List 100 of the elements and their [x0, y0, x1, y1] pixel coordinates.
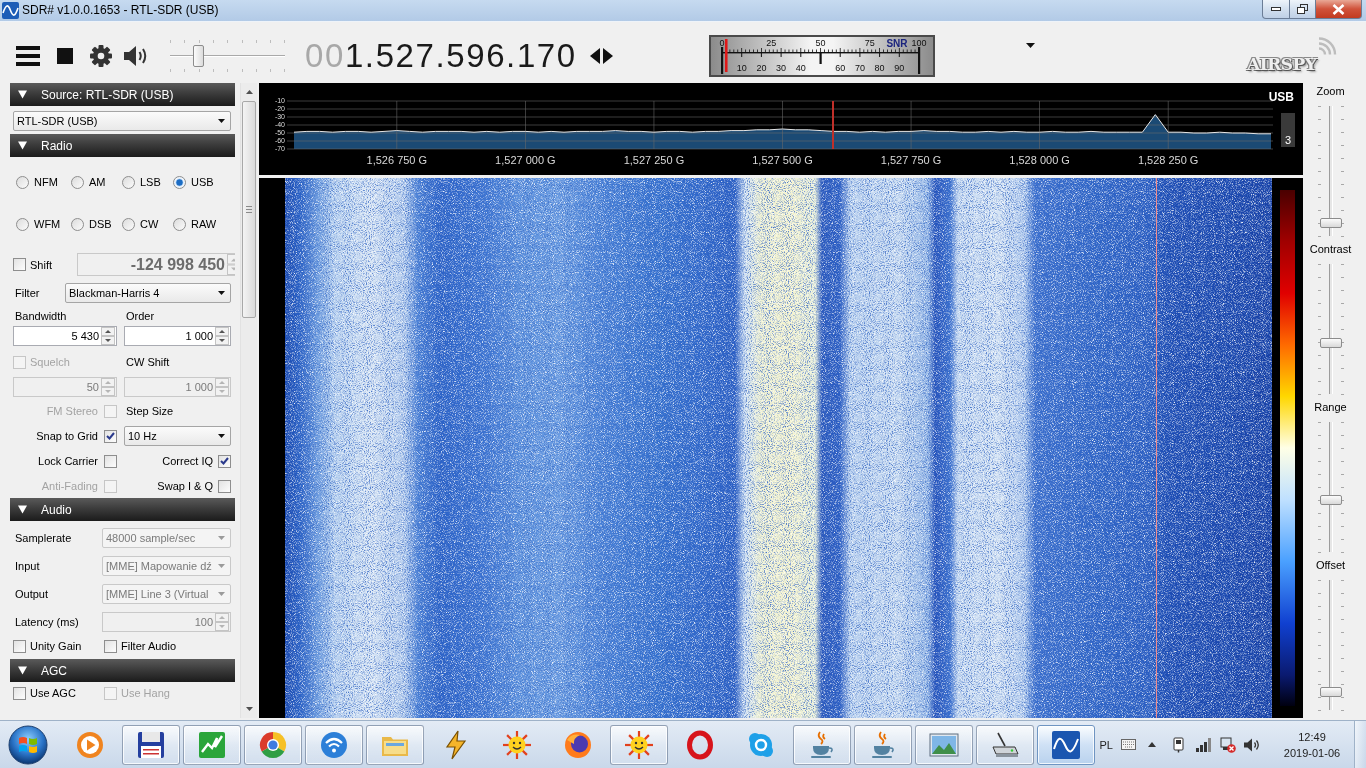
number-field[interactable]: 1 000: [124, 326, 231, 346]
radio-label: AM: [89, 176, 106, 188]
radio-button[interactable]: [173, 217, 186, 231]
scale-label: 40: [795, 63, 806, 73]
slider-label: Zoom: [1316, 84, 1345, 98]
checkbox[interactable]: [13, 258, 26, 271]
option-label: Swap I & Q: [157, 480, 213, 492]
radio-label: DSB: [89, 218, 112, 230]
clock-time[interactable]: 12:49: [1298, 730, 1326, 743]
checkbox[interactable]: [218, 479, 231, 493]
option-label: Squelch: [30, 356, 70, 368]
device-icon[interactable]: [1172, 736, 1186, 753]
radio-label: USB: [191, 176, 214, 188]
slider-thumb[interactable]: [193, 45, 205, 67]
taskbar-button[interactable]: [854, 724, 912, 765]
taskbar-button[interactable]: [915, 724, 973, 765]
scale-label: 20: [756, 63, 767, 73]
smiling-sun-icon: [502, 729, 532, 760]
slider-thumb[interactable]: [1319, 686, 1342, 697]
step-size-dropdown[interactable]: 10 Hz: [124, 426, 231, 446]
volume-icon[interactable]: [1244, 737, 1260, 752]
zigzag-chart-icon: [197, 729, 227, 760]
scrollbar-thumb[interactable]: [242, 101, 256, 318]
network-error-icon[interactable]: [1220, 736, 1236, 753]
option-label: Shift: [30, 258, 52, 271]
scale-label: 75: [864, 38, 875, 48]
field-label: CW Shift: [126, 356, 170, 368]
section-header[interactable]: Audio: [10, 498, 235, 521]
right-triangle-icon[interactable]: [603, 48, 613, 64]
section-header[interactable]: Source: RTL-SDR (USB): [10, 83, 235, 106]
checkbox[interactable]: [104, 429, 117, 443]
axis-label: 1,526 750 G: [366, 154, 428, 166]
dropdown-arrow-icon: [218, 119, 225, 123]
left-triangle-icon[interactable]: [590, 48, 600, 64]
taskbar-button[interactable]: [244, 724, 302, 765]
close-icon: [1332, 3, 1345, 15]
close-button[interactable]: [1316, 0, 1362, 19]
radio-button[interactable]: [16, 217, 29, 231]
taskbar-button[interactable]: [122, 724, 180, 765]
radio-button[interactable]: [16, 175, 29, 189]
keyboard-icon[interactable]: [1121, 739, 1136, 750]
taskbar-button[interactable]: [1037, 724, 1095, 765]
section-header[interactable]: Radio: [10, 134, 235, 157]
signal-bars-icon[interactable]: [1196, 737, 1212, 752]
checkbox[interactable]: [104, 454, 117, 468]
caret-icon[interactable]: [1026, 43, 1035, 48]
checkbox[interactable]: [218, 454, 231, 468]
play-icon: [75, 729, 105, 760]
frequency-display[interactable]: 001.527.596.170: [305, 36, 590, 76]
radio-label: CW: [140, 218, 159, 230]
overlapping-circles-icon: [563, 729, 593, 760]
radio-label: RAW: [191, 218, 217, 230]
checkbox[interactable]: [13, 686, 26, 700]
signal-arcs-icon: [1317, 37, 1337, 56]
section-header[interactable]: AGC: [10, 659, 235, 682]
number-field[interactable]: -124 998 450: [77, 253, 235, 276]
field-label: Step Size: [126, 405, 174, 417]
radio-button[interactable]: [173, 175, 186, 189]
taskbar-button[interactable]: [793, 724, 851, 765]
dropdown-arrow-icon: [218, 434, 225, 438]
slider-thumb[interactable]: [1319, 495, 1342, 505]
slider-label: Offset: [1315, 558, 1346, 572]
scale-label: 80: [874, 63, 885, 73]
menu-icon[interactable]: [16, 46, 40, 66]
window-title: SDR# v1.0.0.1653 - RTL-SDR (USB): [22, 2, 219, 19]
dropdown-arrow-icon: [218, 564, 225, 568]
option-label: Anti-Fading: [41, 480, 98, 492]
slider-thumb[interactable]: [1319, 338, 1342, 349]
scale-label: 0: [719, 38, 725, 48]
scrollbar[interactable]: [240, 83, 257, 718]
checkbox[interactable]: [104, 639, 117, 653]
slider-label: Contrast: [1309, 242, 1352, 256]
radio-button[interactable]: [71, 217, 84, 231]
show-desktop-button[interactable]: [1354, 720, 1366, 768]
language-indicator[interactable]: PL: [1099, 738, 1113, 751]
dropdown-arrow-icon: [218, 291, 225, 295]
device-dropdown[interactable]: RTL-SDR (USB): [13, 111, 231, 131]
field-label: Latency (ms): [15, 616, 79, 628]
frequency-marker[interactable]: [832, 101, 834, 149]
option-label: Filter Audio: [121, 640, 177, 652]
restore-button[interactable]: [1290, 0, 1316, 19]
minimize-button[interactable]: [1262, 0, 1290, 19]
field-label: Samplerate: [15, 532, 72, 544]
radio-button[interactable]: [122, 217, 135, 231]
radio-button[interactable]: [71, 175, 84, 189]
scroll-up-icon[interactable]: [245, 90, 253, 94]
taskbar-button[interactable]: [610, 724, 668, 765]
number-field[interactable]: 5 430: [13, 326, 117, 346]
slider-thumb[interactable]: [1319, 218, 1342, 228]
filter-dropdown[interactable]: Blackman-Harris 4: [65, 283, 231, 303]
scroll-down-icon[interactable]: [245, 707, 253, 711]
spin-arrows-icon[interactable]: [101, 327, 115, 345]
spin-arrows-icon[interactable]: [215, 327, 229, 345]
settings-icon[interactable]: [90, 45, 112, 67]
scale-label: 70: [854, 63, 865, 73]
checkbox[interactable]: [13, 639, 26, 653]
up-caret-icon[interactable]: [1148, 742, 1156, 747]
radio-button[interactable]: [122, 175, 135, 189]
clock-date[interactable]: 2019-01-06: [1283, 746, 1341, 759]
taskbar-button[interactable]: [305, 724, 363, 765]
